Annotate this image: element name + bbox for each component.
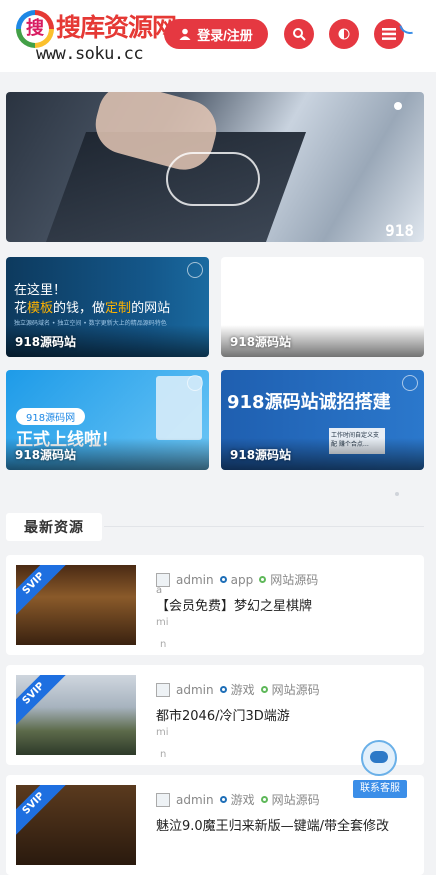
login-register-button[interactable]: 登录/注册 [164,19,268,49]
card-headline: 918源码站诚招搭建 [227,392,391,413]
item-excerpt: mi [156,617,169,628]
promo-card-2[interactable]: 918源码站 [221,257,424,357]
card-caption: 918源码站 [230,448,292,462]
hero-number: 918 [385,221,414,240]
user-icon [179,28,191,40]
card-badge-icon [187,375,203,391]
promo-card-4[interactable]: 918源码站诚招搭建 工作时间自定义支配 赚个合点… 918源码站 [221,370,424,470]
logo-badge: 搜 [21,15,49,43]
scroll-indicator [395,492,399,496]
menu-icon [382,28,396,40]
circle-icon [260,796,268,803]
item-meta: admin app 网站源码 [156,571,318,588]
item-title[interactable]: 魅泣9.0魔王归来新版—键端/带全套修改 [156,815,389,834]
logo-url: www.soku.cc [36,44,144,64]
carousel-indicator[interactable] [394,102,402,110]
item-thumbnail[interactable]: SVIP [16,785,136,865]
circle-icon [219,686,227,693]
hero-banner[interactable]: 918 [6,92,424,242]
login-register-label: 登录/注册 [197,27,253,43]
item-author[interactable]: admin [176,683,214,697]
section-title: 最新资源 [6,513,102,541]
circle-icon [219,576,227,583]
customer-service-button[interactable]: 联系客服 [353,738,407,800]
item-category[interactable]: 网站源码 [259,571,318,588]
card-badge-icon [187,262,203,278]
search-icon [293,28,306,41]
item-thumbnail[interactable]: SVIP [16,675,136,755]
item-excerpt: mi [156,727,169,738]
theme-icon [338,28,350,40]
promo-card-1[interactable]: 在这里！ 花模板的钱，做定制的网站 独立源码域名 • 独立空间 • 数字更新大上… [6,257,209,357]
card-line-2: 花模板的钱，做定制的网站 [14,301,171,316]
site-header: 搜 搜库资源网 www.soku.cc 登录/注册 [0,0,436,72]
item-author[interactable]: admin [176,793,214,807]
card-caption: 918源码站 [230,335,292,349]
logo-title: 搜库资源网 [56,13,177,42]
cloud-icon [166,152,260,206]
avatar [156,792,170,807]
card-pill: 918源码网 [16,408,86,425]
customer-service-label: 联系客服 [353,780,407,798]
card-badge-icon [402,375,418,391]
circle-icon [219,796,227,803]
item-excerpt: n [160,749,167,760]
theme-toggle-button[interactable] [329,19,359,49]
site-logo[interactable]: 搜 搜库资源网 www.soku.cc [14,6,177,64]
avatar [156,682,170,697]
item-category[interactable]: 网站源码 [260,681,320,698]
card-line-1: 在这里！ [14,283,67,298]
item-excerpt: n [160,639,167,650]
search-button[interactable] [284,19,314,49]
svip-ribbon: SVIP [16,785,69,839]
promo-card-3[interactable]: 918源码网 正式上线啦！ 918源码站 [6,370,209,470]
circle-icon [260,686,268,693]
card-caption: 918源码站 [15,448,77,462]
item-category[interactable]: app [219,573,253,587]
list-item[interactable]: SVIP admin app 网站源码 a 【会员免费】梦幻之星棋牌 mi n [6,555,424,655]
circle-icon [259,576,267,583]
astronaut-icon [361,740,397,776]
item-category[interactable]: 游戏 [219,791,255,808]
section-divider [104,526,424,527]
item-meta: admin 游戏 网站源码 [156,791,320,808]
item-meta: admin 游戏 网站源码 [156,681,320,698]
item-author[interactable]: admin [176,573,214,587]
item-thumbnail[interactable]: SVIP [16,565,136,645]
card-caption: 918源码站 [15,335,77,349]
item-category[interactable]: 网站源码 [260,791,320,808]
svip-ribbon: SVIP [16,675,69,729]
item-title[interactable]: 都市2046/冷门3D端游 [156,705,290,724]
svip-ribbon: SVIP [16,565,69,619]
logo-mark: 搜 [16,10,54,48]
item-title[interactable]: a 【会员免费】梦幻之星棋牌 [156,585,312,614]
item-category[interactable]: 游戏 [219,681,255,698]
